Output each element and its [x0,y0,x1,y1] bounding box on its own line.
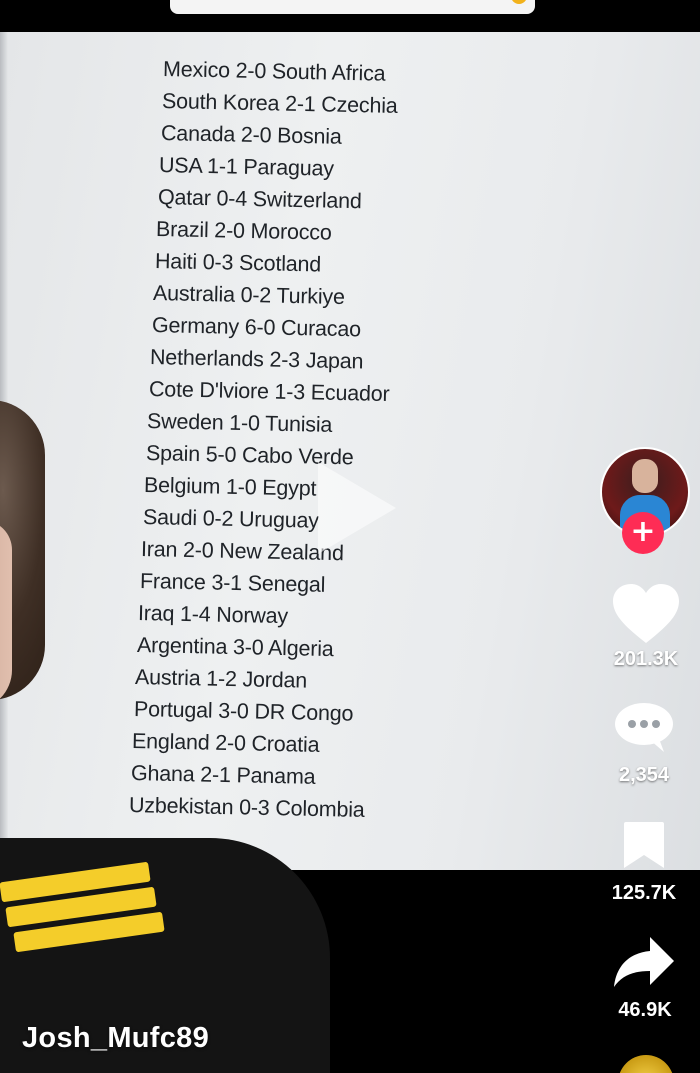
match-result: South Korea 2-1 Czechia [161,89,398,118]
play-icon[interactable] [318,462,396,554]
emoji-icon [511,0,527,4]
author-username[interactable]: Josh_Mufc89 [22,1022,209,1055]
heart-icon[interactable] [611,583,681,645]
match-result: England 2-0 Croatia [131,729,320,757]
match-result: Portugal 3-0 DR Congo [133,697,354,726]
match-result: Qatar 0-4 Switzerland [157,185,362,214]
match-result: Cote D'lviore 1-3 Ecuador [148,377,390,407]
sound-disc-icon[interactable] [618,1055,674,1073]
match-result: USA 1-1 Paraguay [158,153,335,181]
match-result: Austria 1-2 Jordan [134,665,308,693]
match-result: Brazil 2-0 Morocco [155,217,332,245]
match-result: Uzbekistan 0-3 Colombia [128,793,365,822]
person-face [0,520,12,710]
match-result: Sweden 1-0 Tunisia [146,409,333,437]
comment-count: 2,354 [618,764,670,786]
match-result: Belgium 1-0 Egypt [143,473,317,501]
follow-button[interactable]: + [622,512,664,554]
match-result: Australia 0-2 Turkiye [152,281,346,310]
match-result: Haiti 0-3 Scotland [154,249,322,277]
comment-bubble-icon[interactable] [614,702,674,752]
bookmark-icon[interactable] [622,820,666,870]
match-result: Mexico 2-0 South Africa [162,57,386,86]
match-result: Iran 2-0 New Zealand [140,537,344,566]
search-bar[interactable] [170,0,535,14]
match-result: Ghana 2-1 Panama [130,761,316,789]
share-count: 46.9K [618,999,672,1021]
avatar-face [632,459,658,493]
save-count: 125.7K [611,882,677,904]
video-player[interactable]: Mexico 2-0 South Africa South Korea 2-1 … [0,0,700,1073]
like-count: 201.3K [613,648,679,670]
match-result: Netherlands 2-3 Japan [149,345,364,374]
match-result: Canada 2-0 Bosnia [160,121,342,149]
share-arrow-icon[interactable] [612,935,676,989]
match-result: France 3-1 Senegal [139,569,326,597]
photographed-screen: Mexico 2-0 South Africa South Korea 2-1 … [0,32,700,870]
match-result: Saudi 0-2 Uruguay [142,505,320,533]
match-result: Germany 6-0 Curacao [151,313,362,342]
match-result: Iraq 1-4 Norway [137,601,289,629]
match-result: Argentina 3-0 Algeria [136,633,334,662]
match-results-list: Mexico 2-0 South Africa South Korea 2-1 … [0,32,700,870]
